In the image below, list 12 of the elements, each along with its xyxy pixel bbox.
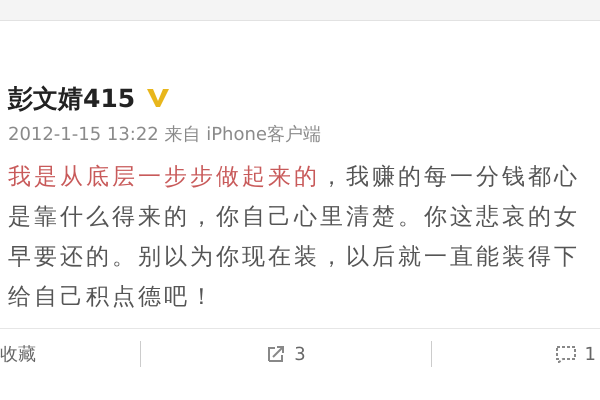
highlighted-text: 我是从底层一步步做起来的 — [8, 162, 320, 192]
repost-icon — [266, 344, 286, 364]
author-name[interactable]: 彭文婧415 — [8, 82, 136, 114]
post-text: 是靠什么得来的，你自己心里清楚。你这悲哀的女 — [8, 202, 580, 232]
post-text: ，我赚的每一分钱都心 — [320, 162, 580, 192]
post-text: 早要还的。别以为你现在装，以后就一直能装得下 — [8, 242, 580, 272]
comment-icon — [554, 345, 577, 363]
favorite-button[interactable]: 收藏 — [0, 342, 36, 366]
post-text: 给自己积点德吧！ — [8, 282, 216, 312]
post-meta: 2012-1-15 13:22 来自 iPhone客户端 — [8, 123, 322, 147]
comment-count[interactable]: 1 — [584, 344, 596, 364]
repost-count[interactable]: 3 — [294, 344, 306, 364]
